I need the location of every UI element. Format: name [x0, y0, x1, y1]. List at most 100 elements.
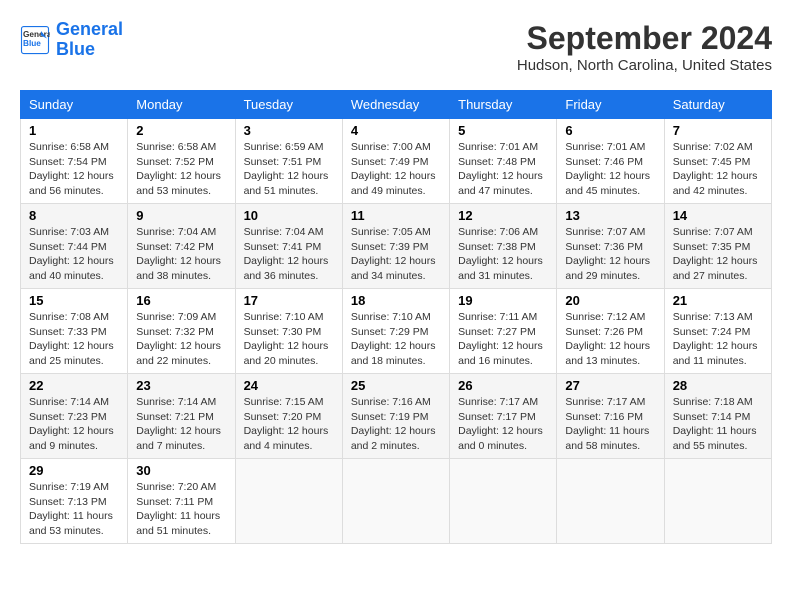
week-row-2: 8Sunrise: 7:03 AMSunset: 7:44 PMDaylight…	[21, 204, 772, 289]
day-number: 24	[244, 378, 334, 393]
cell-info: Sunrise: 7:11 AMSunset: 7:27 PMDaylight:…	[458, 310, 548, 369]
page-header: General Blue GeneralBlue September 2024 …	[20, 20, 772, 74]
cell-info: Sunrise: 7:10 AMSunset: 7:29 PMDaylight:…	[351, 310, 441, 369]
day-number: 17	[244, 293, 334, 308]
cell-info: Sunrise: 7:04 AMSunset: 7:41 PMDaylight:…	[244, 225, 334, 284]
cell-info: Sunrise: 7:12 AMSunset: 7:26 PMDaylight:…	[565, 310, 655, 369]
cell-info: Sunrise: 7:13 AMSunset: 7:24 PMDaylight:…	[673, 310, 763, 369]
weekday-header-wednesday: Wednesday	[342, 91, 449, 119]
calendar-cell	[557, 459, 664, 544]
day-number: 20	[565, 293, 655, 308]
month-title: September 2024	[517, 20, 772, 57]
cell-info: Sunrise: 7:02 AMSunset: 7:45 PMDaylight:…	[673, 140, 763, 199]
cell-info: Sunrise: 6:58 AMSunset: 7:52 PMDaylight:…	[136, 140, 226, 199]
cell-info: Sunrise: 7:19 AMSunset: 7:13 PMDaylight:…	[29, 480, 119, 539]
title-block: September 2024 Hudson, North Carolina, U…	[517, 20, 772, 74]
cell-info: Sunrise: 7:01 AMSunset: 7:48 PMDaylight:…	[458, 140, 548, 199]
day-number: 28	[673, 378, 763, 393]
day-number: 6	[565, 123, 655, 138]
location: Hudson, North Carolina, United States	[517, 57, 772, 74]
weekday-header-monday: Monday	[128, 91, 235, 119]
cell-info: Sunrise: 7:14 AMSunset: 7:21 PMDaylight:…	[136, 395, 226, 454]
day-number: 23	[136, 378, 226, 393]
calendar-cell: 11 Sunrise: 7:05 AMSunset: 7:39 PMDayligh…	[342, 204, 449, 289]
calendar-cell	[342, 459, 449, 544]
day-number: 29	[29, 463, 119, 478]
cell-info: Sunrise: 7:14 AMSunset: 7:23 PMDaylight:…	[29, 395, 119, 454]
calendar-cell: 26Sunrise: 7:17 AMSunset: 7:17 PMDayligh…	[450, 374, 557, 459]
cell-info: Sunrise: 7:16 AMSunset: 7:19 PMDaylight:…	[351, 395, 441, 454]
weekday-header-friday: Friday	[557, 91, 664, 119]
day-number: 7	[673, 123, 763, 138]
calendar-cell: 10 Sunrise: 7:04 AMSunset: 7:41 PMDayligh…	[235, 204, 342, 289]
cell-info: Sunrise: 7:15 AMSunset: 7:20 PMDaylight:…	[244, 395, 334, 454]
logo: General Blue GeneralBlue	[20, 20, 123, 60]
calendar-cell	[450, 459, 557, 544]
calendar-cell: 21 Sunrise: 7:13 AMSunset: 7:24 PMDayligh…	[664, 289, 771, 374]
cell-info: Sunrise: 6:59 AMSunset: 7:51 PMDaylight:…	[244, 140, 334, 199]
weekday-header-thursday: Thursday	[450, 91, 557, 119]
cell-info: Sunrise: 7:05 AMSunset: 7:39 PMDaylight:…	[351, 225, 441, 284]
calendar-cell: 25 Sunrise: 7:16 AMSunset: 7:19 PMDayligh…	[342, 374, 449, 459]
cell-info: Sunrise: 7:04 AMSunset: 7:42 PMDaylight:…	[136, 225, 226, 284]
cell-info: Sunrise: 7:20 AMSunset: 7:11 PMDaylight:…	[136, 480, 226, 539]
calendar-cell: 23 Sunrise: 7:14 AMSunset: 7:21 PMDayligh…	[128, 374, 235, 459]
calendar-cell: 22 Sunrise: 7:14 AMSunset: 7:23 PMDayligh…	[21, 374, 128, 459]
calendar-cell: 5 Sunrise: 7:01 AMSunset: 7:48 PMDaylight…	[450, 119, 557, 204]
week-row-1: 1 Sunrise: 6:58 AMSunset: 7:54 PMDaylight…	[21, 119, 772, 204]
weekday-header-saturday: Saturday	[664, 91, 771, 119]
calendar-cell: 28 Sunrise: 7:18 AMSunset: 7:14 PMDayligh…	[664, 374, 771, 459]
cell-info: Sunrise: 6:58 AMSunset: 7:54 PMDaylight:…	[29, 140, 119, 199]
calendar-cell: 2 Sunrise: 6:58 AMSunset: 7:52 PMDaylight…	[128, 119, 235, 204]
cell-info: Sunrise: 7:07 AMSunset: 7:36 PMDaylight:…	[565, 225, 655, 284]
calendar-cell	[664, 459, 771, 544]
day-number: 19	[458, 293, 548, 308]
day-number: 13	[565, 208, 655, 223]
svg-text:Blue: Blue	[23, 39, 41, 48]
calendar-cell: 3Sunrise: 6:59 AMSunset: 7:51 PMDaylight…	[235, 119, 342, 204]
calendar-cell: 15Sunrise: 7:08 AMSunset: 7:33 PMDayligh…	[21, 289, 128, 374]
cell-info: Sunrise: 7:01 AMSunset: 7:46 PMDaylight:…	[565, 140, 655, 199]
day-number: 14	[673, 208, 763, 223]
calendar-cell	[235, 459, 342, 544]
cell-info: Sunrise: 7:03 AMSunset: 7:44 PMDaylight:…	[29, 225, 119, 284]
logo-icon: General Blue	[20, 25, 50, 55]
calendar-cell: 17Sunrise: 7:10 AMSunset: 7:30 PMDayligh…	[235, 289, 342, 374]
calendar-cell: 14 Sunrise: 7:07 AMSunset: 7:35 PMDayligh…	[664, 204, 771, 289]
calendar-cell: 16Sunrise: 7:09 AMSunset: 7:32 PMDayligh…	[128, 289, 235, 374]
calendar-cell: 6 Sunrise: 7:01 AMSunset: 7:46 PMDaylight…	[557, 119, 664, 204]
calendar-cell: 1 Sunrise: 6:58 AMSunset: 7:54 PMDaylight…	[21, 119, 128, 204]
cell-info: Sunrise: 7:17 AMSunset: 7:16 PMDaylight:…	[565, 395, 655, 454]
day-number: 12	[458, 208, 548, 223]
day-number: 25	[351, 378, 441, 393]
day-number: 9	[136, 208, 226, 223]
calendar-cell: 27 Sunrise: 7:17 AMSunset: 7:16 PMDayligh…	[557, 374, 664, 459]
calendar-cell: 7 Sunrise: 7:02 AMSunset: 7:45 PMDaylight…	[664, 119, 771, 204]
day-number: 11	[351, 208, 441, 223]
cell-info: Sunrise: 7:17 AMSunset: 7:17 PMDaylight:…	[458, 395, 548, 454]
calendar-cell: 24 Sunrise: 7:15 AMSunset: 7:20 PMDayligh…	[235, 374, 342, 459]
calendar-cell: 20 Sunrise: 7:12 AMSunset: 7:26 PMDayligh…	[557, 289, 664, 374]
day-number: 22	[29, 378, 119, 393]
cell-info: Sunrise: 7:00 AMSunset: 7:49 PMDaylight:…	[351, 140, 441, 199]
cell-info: Sunrise: 7:08 AMSunset: 7:33 PMDaylight:…	[29, 310, 119, 369]
calendar-cell: 19 Sunrise: 7:11 AMSunset: 7:27 PMDayligh…	[450, 289, 557, 374]
cell-info: Sunrise: 7:06 AMSunset: 7:38 PMDaylight:…	[458, 225, 548, 284]
weekday-header-sunday: Sunday	[21, 91, 128, 119]
day-number: 1	[29, 123, 119, 138]
calendar-cell: 13 Sunrise: 7:07 AMSunset: 7:36 PMDayligh…	[557, 204, 664, 289]
day-number: 4	[351, 123, 441, 138]
day-number: 10	[244, 208, 334, 223]
calendar-cell: 12 Sunrise: 7:06 AMSunset: 7:38 PMDayligh…	[450, 204, 557, 289]
calendar-cell: 8Sunrise: 7:03 AMSunset: 7:44 PMDaylight…	[21, 204, 128, 289]
day-number: 27	[565, 378, 655, 393]
logo-text: GeneralBlue	[56, 20, 123, 60]
cell-info: Sunrise: 7:18 AMSunset: 7:14 PMDaylight:…	[673, 395, 763, 454]
weekday-header-row: SundayMondayTuesdayWednesdayThursdayFrid…	[21, 91, 772, 119]
day-number: 5	[458, 123, 548, 138]
day-number: 2	[136, 123, 226, 138]
cell-info: Sunrise: 7:07 AMSunset: 7:35 PMDaylight:…	[673, 225, 763, 284]
day-number: 21	[673, 293, 763, 308]
calendar-cell: 4 Sunrise: 7:00 AMSunset: 7:49 PMDaylight…	[342, 119, 449, 204]
calendar-cell: 9 Sunrise: 7:04 AMSunset: 7:42 PMDaylight…	[128, 204, 235, 289]
